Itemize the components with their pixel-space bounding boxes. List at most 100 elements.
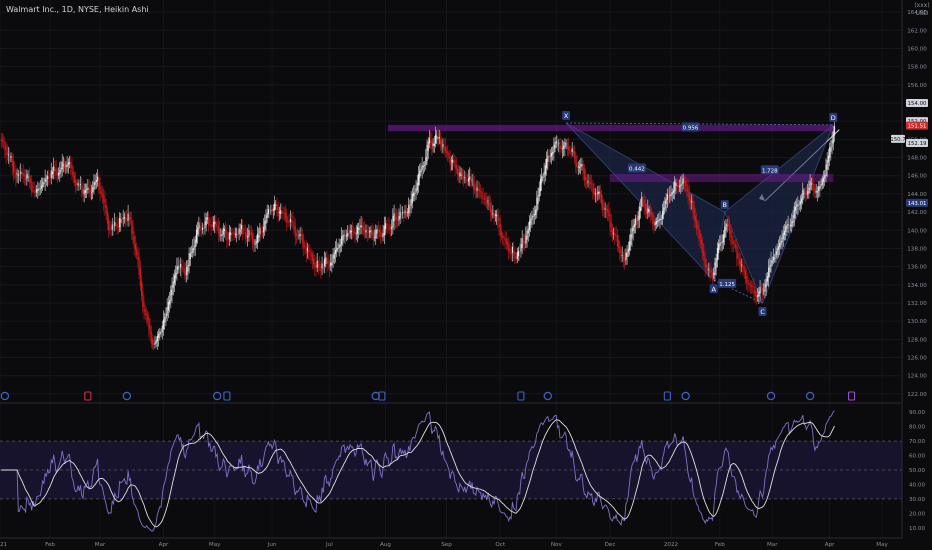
candle-body <box>570 150 572 154</box>
candle-body <box>308 250 310 253</box>
candle-body <box>336 247 338 252</box>
candle-body <box>709 269 711 273</box>
candle-body <box>575 155 577 167</box>
candle-body <box>608 210 610 217</box>
candle-body <box>361 225 363 228</box>
candle-body <box>142 291 144 308</box>
price-badge-label: 143.01 <box>908 201 927 207</box>
candle-body <box>249 233 251 234</box>
candle-body <box>716 247 718 261</box>
candle-body <box>731 235 733 244</box>
candle-body <box>696 220 698 229</box>
candle-body <box>474 184 476 190</box>
candle-body <box>618 240 620 248</box>
pattern-point-label-b: B <box>722 201 726 209</box>
rsi-tick-label: 40.00 <box>909 482 925 488</box>
candle-body <box>443 146 445 150</box>
candle-body <box>531 215 533 220</box>
candle-body <box>402 212 404 214</box>
candle-body <box>825 164 827 177</box>
candle-body <box>670 193 672 197</box>
candle-body <box>91 192 93 193</box>
candle-body <box>675 183 677 186</box>
candle-body <box>677 184 679 187</box>
candle-body <box>114 222 116 227</box>
candle-body <box>815 190 817 193</box>
candle-body <box>797 205 799 206</box>
candle-body <box>169 300 171 305</box>
candle-body <box>719 243 721 246</box>
candle-body <box>416 182 418 191</box>
candle-body <box>615 234 617 236</box>
candle-body <box>650 212 653 217</box>
candle-body <box>503 237 505 238</box>
candle-body <box>426 145 428 162</box>
candle-body <box>793 206 795 219</box>
candle-body <box>282 211 284 213</box>
candle-body <box>261 230 263 232</box>
candle-body <box>60 167 62 172</box>
candle-body <box>669 194 671 196</box>
candle-body <box>397 220 399 221</box>
candle-body <box>543 171 545 177</box>
candle-body <box>685 180 687 186</box>
candle-body <box>498 217 500 228</box>
candle-body <box>682 178 684 184</box>
candle-body <box>780 241 782 245</box>
price-tick-label: 140.00 <box>907 228 927 234</box>
chart-container[interactable]: X A B C D 0.956 0.442 1.125 1.728 164.00 162.00 16… <box>0 0 932 550</box>
candle-body <box>826 159 828 170</box>
candle-body <box>476 187 478 191</box>
candle-body <box>316 261 318 268</box>
candle-body <box>691 200 693 203</box>
price-tick-label: 128.00 <box>907 337 927 343</box>
candle-body <box>799 201 801 205</box>
price-tick-label: 144.00 <box>907 192 927 198</box>
candle-body <box>649 208 651 215</box>
candle-body <box>724 226 726 239</box>
candle-body <box>223 229 226 232</box>
candle-body <box>319 263 321 265</box>
candle-body <box>403 213 405 215</box>
price-chart[interactable]: XABCD0.9560.4421.1251.728 164.00162.0016… <box>0 0 932 550</box>
candle-body <box>596 194 598 196</box>
candle-body <box>561 148 564 150</box>
candle-body <box>275 205 277 206</box>
candle-body <box>93 182 95 190</box>
candle-body <box>372 232 374 241</box>
candle-body <box>338 244 340 248</box>
candle-body <box>485 198 487 200</box>
candle-body <box>348 233 350 235</box>
candle-body <box>230 232 232 236</box>
candle-body <box>94 181 96 185</box>
candle-body <box>98 178 100 190</box>
candle-body <box>711 272 714 278</box>
candle-body <box>714 262 716 276</box>
candle-body <box>250 231 252 236</box>
candle-body <box>388 225 390 230</box>
candle-body <box>565 143 567 145</box>
candle-body <box>380 231 382 237</box>
candle-body <box>16 173 18 175</box>
candle-body <box>642 202 644 203</box>
candle-body <box>64 163 66 169</box>
candle-body <box>646 208 648 215</box>
candle-body <box>231 232 233 234</box>
candle-body <box>454 160 456 169</box>
candle-body <box>694 216 696 222</box>
candle-body <box>175 272 177 279</box>
time-tick-label: Mar <box>95 542 106 548</box>
candle-body <box>381 234 383 238</box>
candle-body <box>625 253 627 261</box>
candle-body <box>200 226 202 229</box>
candle-body <box>770 259 772 267</box>
candle-body <box>537 195 539 204</box>
candle-body <box>428 138 431 144</box>
candle-body <box>764 284 766 292</box>
candle-body <box>781 237 783 243</box>
candle-body <box>785 226 787 232</box>
candle-body <box>699 234 701 242</box>
candle-body <box>295 233 298 236</box>
candle-body <box>550 152 553 157</box>
candle-body <box>284 212 287 219</box>
